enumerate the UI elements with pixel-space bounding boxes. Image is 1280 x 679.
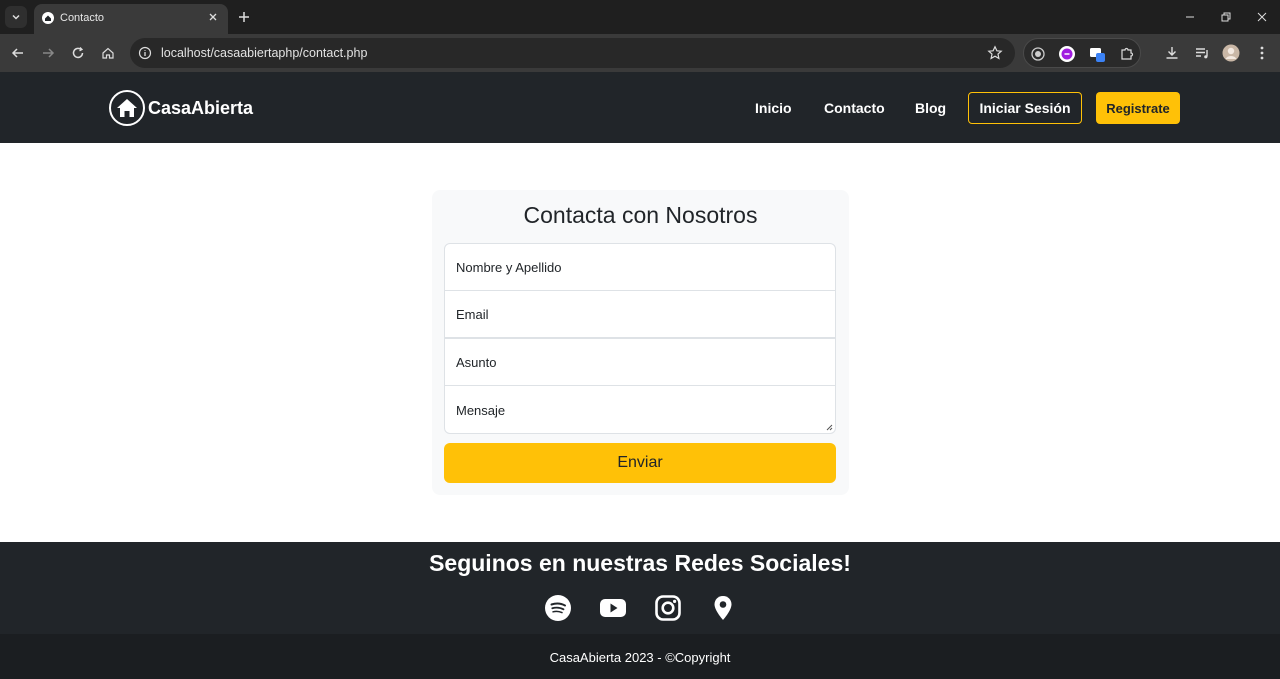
- arrow-right-icon: [43, 48, 55, 58]
- reload-icon: [72, 47, 84, 59]
- restore-icon: [1221, 12, 1231, 22]
- url-text: localhost/casaabiertaphp/contact.php: [161, 46, 368, 60]
- contact-form: Contacta con Nosotros Nombre y Apellido …: [432, 190, 849, 495]
- extension-translate-icon[interactable]: [1088, 45, 1106, 63]
- extension-record-icon[interactable]: [1029, 45, 1047, 63]
- home-favicon-icon: [42, 12, 54, 24]
- tab-title: Contacto: [60, 12, 105, 24]
- name-field-label: Nombre y Apellido: [456, 260, 562, 275]
- house-logo-icon: [109, 90, 145, 126]
- nav-link-blog[interactable]: Blog: [915, 100, 946, 116]
- brand-name: CasaAbierta: [148, 97, 254, 118]
- profile-avatar-icon[interactable]: [1222, 44, 1240, 62]
- message-field[interactable]: Mensaje: [444, 385, 836, 434]
- close-window-button[interactable]: [1244, 0, 1280, 34]
- back-button[interactable]: [8, 43, 28, 63]
- message-field-label: Mensaje: [456, 403, 506, 418]
- chevron-down-icon: [12, 14, 20, 20]
- new-tab-icon[interactable]: [236, 9, 252, 25]
- name-field[interactable]: Nombre y Apellido: [444, 243, 836, 291]
- bookmark-star-icon[interactable]: [987, 45, 1003, 61]
- site-info-icon[interactable]: [138, 46, 152, 60]
- close-icon: [1257, 12, 1267, 22]
- spotify-icon[interactable]: [544, 594, 572, 622]
- instagram-icon[interactable]: [654, 594, 682, 622]
- youtube-icon[interactable]: [599, 594, 627, 622]
- browser-toolbar: localhost/casaabiertaphp/contact.php: [0, 34, 1280, 72]
- subject-field[interactable]: Asunto: [444, 338, 836, 386]
- minimize-button[interactable]: [1172, 0, 1208, 34]
- email-field-label: Email: [456, 307, 489, 322]
- site-navbar: CasaAbierta Inicio Contacto Blog Iniciar…: [0, 72, 1280, 143]
- home-button[interactable]: [98, 43, 118, 63]
- subject-field-label: Asunto: [456, 355, 497, 370]
- footer-copyright: CasaAbierta 2023 - ©Copyright: [0, 634, 1280, 679]
- resize-handle-icon[interactable]: [825, 423, 833, 431]
- extensions-puzzle-icon[interactable]: [1118, 45, 1136, 63]
- arrow-left-icon: [11, 48, 23, 58]
- minimize-icon: [1186, 16, 1194, 18]
- footer-social: Seguinos en nuestras Redes Sociales!: [0, 542, 1280, 634]
- submit-button[interactable]: Enviar: [444, 443, 836, 483]
- download-icon[interactable]: [1163, 44, 1181, 62]
- brand-logo[interactable]: CasaAbierta: [109, 89, 253, 127]
- reload-button[interactable]: [68, 43, 88, 63]
- close-tab-icon[interactable]: [206, 10, 220, 24]
- copyright-text: CasaAbierta 2023 - ©Copyright: [549, 650, 731, 665]
- social-title: Seguinos en nuestras Redes Sociales!: [429, 550, 851, 576]
- address-bar[interactable]: localhost/casaabiertaphp/contact.php: [130, 38, 1015, 68]
- media-control-icon[interactable]: [1193, 44, 1211, 62]
- browser-tabbar: Contacto: [0, 0, 1280, 34]
- nav-link-inicio[interactable]: Inicio: [755, 100, 792, 116]
- email-field[interactable]: Email: [444, 290, 836, 338]
- register-button[interactable]: Registrate: [1096, 92, 1180, 124]
- form-title: Contacta con Nosotros: [523, 202, 758, 228]
- nav-link-contacto[interactable]: Contacto: [824, 100, 885, 116]
- main-content: Contacta con Nosotros Nombre y Apellido …: [0, 143, 1280, 542]
- tab-search-button[interactable]: [5, 6, 27, 28]
- location-icon[interactable]: [709, 594, 737, 622]
- login-button[interactable]: Iniciar Sesión: [968, 92, 1082, 124]
- more-menu-icon[interactable]: [1253, 44, 1271, 62]
- browser-tab[interactable]: Contacto: [34, 4, 228, 34]
- extensions-area: [1023, 38, 1141, 68]
- window-controls: [1172, 0, 1280, 34]
- forward-button[interactable]: [38, 43, 58, 63]
- restore-button[interactable]: [1208, 0, 1244, 34]
- extension-purple-icon[interactable]: [1058, 45, 1076, 63]
- home-icon: [102, 47, 114, 59]
